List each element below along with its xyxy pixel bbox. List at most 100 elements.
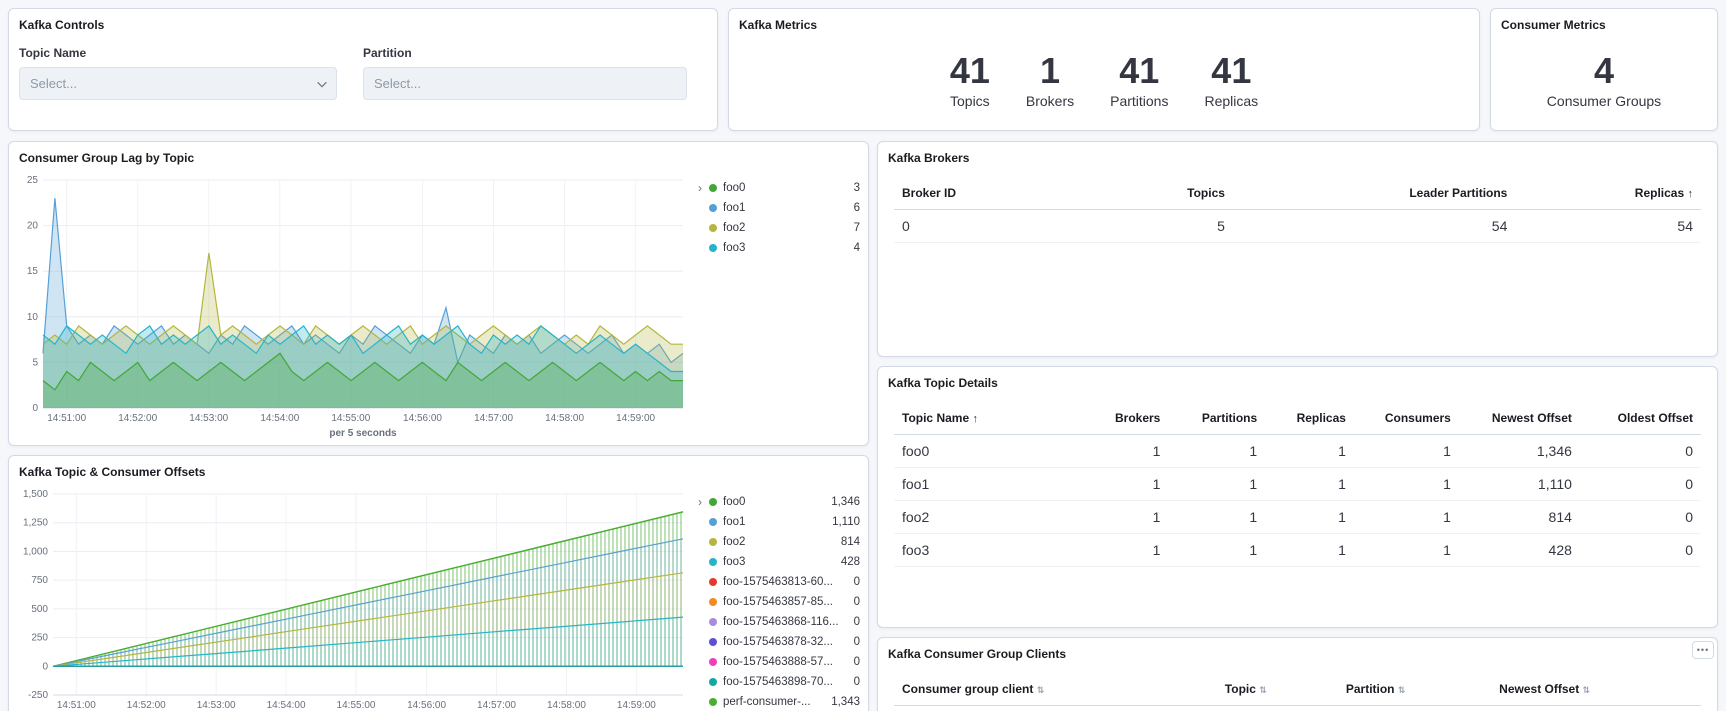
svg-text:1,000: 1,000 bbox=[23, 546, 48, 557]
legend-label: foo3 bbox=[723, 556, 745, 568]
panel-options-button[interactable]: ••• bbox=[1692, 641, 1714, 659]
legend-item[interactable]: foo-1575463888-57... 0 bbox=[698, 652, 860, 672]
column-header[interactable]: Topic Name ↑ bbox=[894, 402, 1072, 435]
partition-input[interactable] bbox=[363, 67, 687, 100]
legend-expand-icon[interactable]: › bbox=[698, 181, 709, 195]
table-cell: 1 bbox=[1072, 468, 1169, 501]
legend-value: 0 bbox=[846, 656, 860, 668]
svg-text:14:58:00: 14:58:00 bbox=[545, 413, 584, 424]
topic-name-select[interactable] bbox=[19, 67, 337, 100]
column-header[interactable]: Newest Offset ⇅ bbox=[1491, 673, 1701, 706]
column-header[interactable]: Oldest Offset bbox=[1580, 402, 1701, 435]
svg-text:750: 750 bbox=[31, 575, 48, 586]
stat-label: Brokers bbox=[1026, 93, 1074, 109]
legend-item[interactable]: foo3428 bbox=[698, 552, 860, 572]
legend-value: 7 bbox=[846, 222, 860, 234]
topic-name-input[interactable] bbox=[19, 67, 337, 100]
legend-value: 1,343 bbox=[823, 696, 860, 708]
table-cell: 1 bbox=[1265, 534, 1354, 567]
legend-item[interactable]: foo11,110 bbox=[698, 512, 860, 532]
table-cell: 1 bbox=[1072, 435, 1169, 468]
panel-title: Kafka Topic & Consumer Offsets bbox=[9, 456, 868, 479]
series-color-dot bbox=[709, 498, 717, 506]
column-header[interactable]: Replicas ↑ bbox=[1515, 177, 1701, 210]
svg-text:14:54:00: 14:54:00 bbox=[260, 413, 299, 424]
svg-text:1,250: 1,250 bbox=[23, 518, 48, 529]
table-cell: consumer-1 bbox=[894, 706, 1217, 711]
series-color-dot bbox=[709, 518, 717, 526]
lag-chart[interactable]: 051015202514:51:0014:52:0014:53:0014:54:… bbox=[13, 172, 689, 440]
column-header[interactable]: Topics bbox=[1136, 177, 1233, 210]
series-color-dot bbox=[709, 698, 717, 706]
stat-topics: 41 Topics bbox=[950, 52, 990, 109]
legend-item[interactable]: foo2 7 bbox=[698, 218, 860, 238]
partition-select[interactable] bbox=[363, 67, 687, 100]
table-header-row: Consumer group client ⇅Topic ⇅Partition … bbox=[894, 673, 1701, 706]
column-header[interactable]: Leader Partitions bbox=[1233, 177, 1515, 210]
svg-text:14:52:00: 14:52:00 bbox=[118, 413, 157, 424]
chevron-down-icon bbox=[315, 77, 329, 91]
legend-expand-icon[interactable]: › bbox=[698, 495, 709, 509]
panel-kafka-topic-details: Kafka Topic Details Topic Name ↑BrokersP… bbox=[877, 366, 1718, 628]
column-header[interactable]: Replicas bbox=[1265, 402, 1354, 435]
column-header[interactable]: Partitions bbox=[1168, 402, 1265, 435]
table-cell: 54 bbox=[1515, 210, 1701, 243]
legend-item[interactable]: foo-1575463868-116...0 bbox=[698, 612, 860, 632]
table-cell: 54 bbox=[1233, 210, 1515, 243]
sortable-icon: ⇅ bbox=[1037, 685, 1045, 695]
legend-item[interactable]: foo34 bbox=[698, 238, 860, 258]
legend-item[interactable]: foo-1575463857-85...0 bbox=[698, 592, 860, 612]
column-header[interactable]: Partition ⇅ bbox=[1338, 673, 1491, 706]
legend-value: 0 bbox=[846, 636, 860, 648]
lag-chart-legend: ›foo03 foo1 6 foo2 7 foo34 bbox=[698, 178, 860, 258]
stat-value: 4 bbox=[1547, 52, 1661, 90]
legend-label: foo1 bbox=[723, 202, 745, 214]
svg-text:0: 0 bbox=[42, 661, 48, 672]
offsets-chart[interactable]: -25002505007501,0001,2501,50014:51:0014:… bbox=[13, 486, 689, 711]
legend-label: foo-1575463888-57... bbox=[723, 656, 833, 668]
sortable-icon: ⇅ bbox=[1398, 685, 1406, 695]
legend-value: 1,110 bbox=[824, 516, 860, 528]
legend-label: foo2 bbox=[723, 536, 745, 548]
legend-value: 0 bbox=[846, 616, 860, 628]
legend-label: foo-1575463878-32... bbox=[723, 636, 833, 648]
legend-item[interactable]: foo-1575463813-60...0 bbox=[698, 572, 860, 592]
svg-text:20: 20 bbox=[27, 221, 39, 232]
table-row: foo111111,1100 bbox=[894, 468, 1701, 501]
column-header[interactable]: Broker ID bbox=[894, 177, 1136, 210]
legend-item[interactable]: perf-consumer-...1,343 bbox=[698, 692, 860, 711]
panel-title: Kafka Brokers bbox=[878, 142, 1717, 165]
svg-text:14:51:00: 14:51:00 bbox=[47, 413, 86, 424]
stat-value: 1 bbox=[1026, 52, 1074, 90]
table-cell: 1 bbox=[1072, 534, 1169, 567]
topic-details-table: Topic Name ↑BrokersPartitionsReplicasCon… bbox=[878, 402, 1717, 567]
column-header[interactable]: Topic ⇅ bbox=[1217, 673, 1338, 706]
legend-item[interactable]: ›foo03 bbox=[698, 178, 860, 198]
series-color-dot bbox=[709, 658, 717, 666]
column-header[interactable]: Brokers bbox=[1072, 402, 1169, 435]
panel-topic-consumer-offsets: Kafka Topic & Consumer Offsets -25002505… bbox=[8, 455, 869, 711]
column-header[interactable]: Newest Offset bbox=[1459, 402, 1580, 435]
legend-label: foo2 bbox=[723, 222, 745, 234]
panel-title: Consumer Group Lag by Topic bbox=[9, 142, 868, 165]
column-header[interactable]: Consumer group client ⇅ bbox=[894, 673, 1217, 706]
legend-item[interactable]: foo2814 bbox=[698, 532, 860, 552]
table-cell: 0 bbox=[1580, 468, 1701, 501]
sort-ascending-icon: ↑ bbox=[972, 413, 978, 425]
table-cell: 428 bbox=[1459, 534, 1580, 567]
legend-label: foo-1575463898-70... bbox=[723, 676, 833, 688]
table-cell: 1 bbox=[1265, 435, 1354, 468]
table-cell: 1 bbox=[1168, 435, 1265, 468]
legend-item[interactable]: ›foo01,346 bbox=[698, 492, 860, 512]
legend-item[interactable]: foo1 6 bbox=[698, 198, 860, 218]
stat-brokers: 1 Brokers bbox=[1026, 52, 1074, 109]
series-color-dot bbox=[709, 638, 717, 646]
consumer-stats: 4 Consumer Groups bbox=[1491, 52, 1717, 109]
column-header[interactable]: Consumers bbox=[1354, 402, 1459, 435]
legend-item[interactable]: foo-1575463878-32... 0 bbox=[698, 632, 860, 652]
svg-text:14:51:00: 14:51:00 bbox=[57, 700, 96, 711]
legend-item[interactable]: foo-1575463898-70...0 bbox=[698, 672, 860, 692]
svg-text:5: 5 bbox=[32, 357, 38, 368]
legend-value: 6 bbox=[846, 202, 860, 214]
panel-consumer-group-lag: Consumer Group Lag by Topic 051015202514… bbox=[8, 141, 869, 446]
